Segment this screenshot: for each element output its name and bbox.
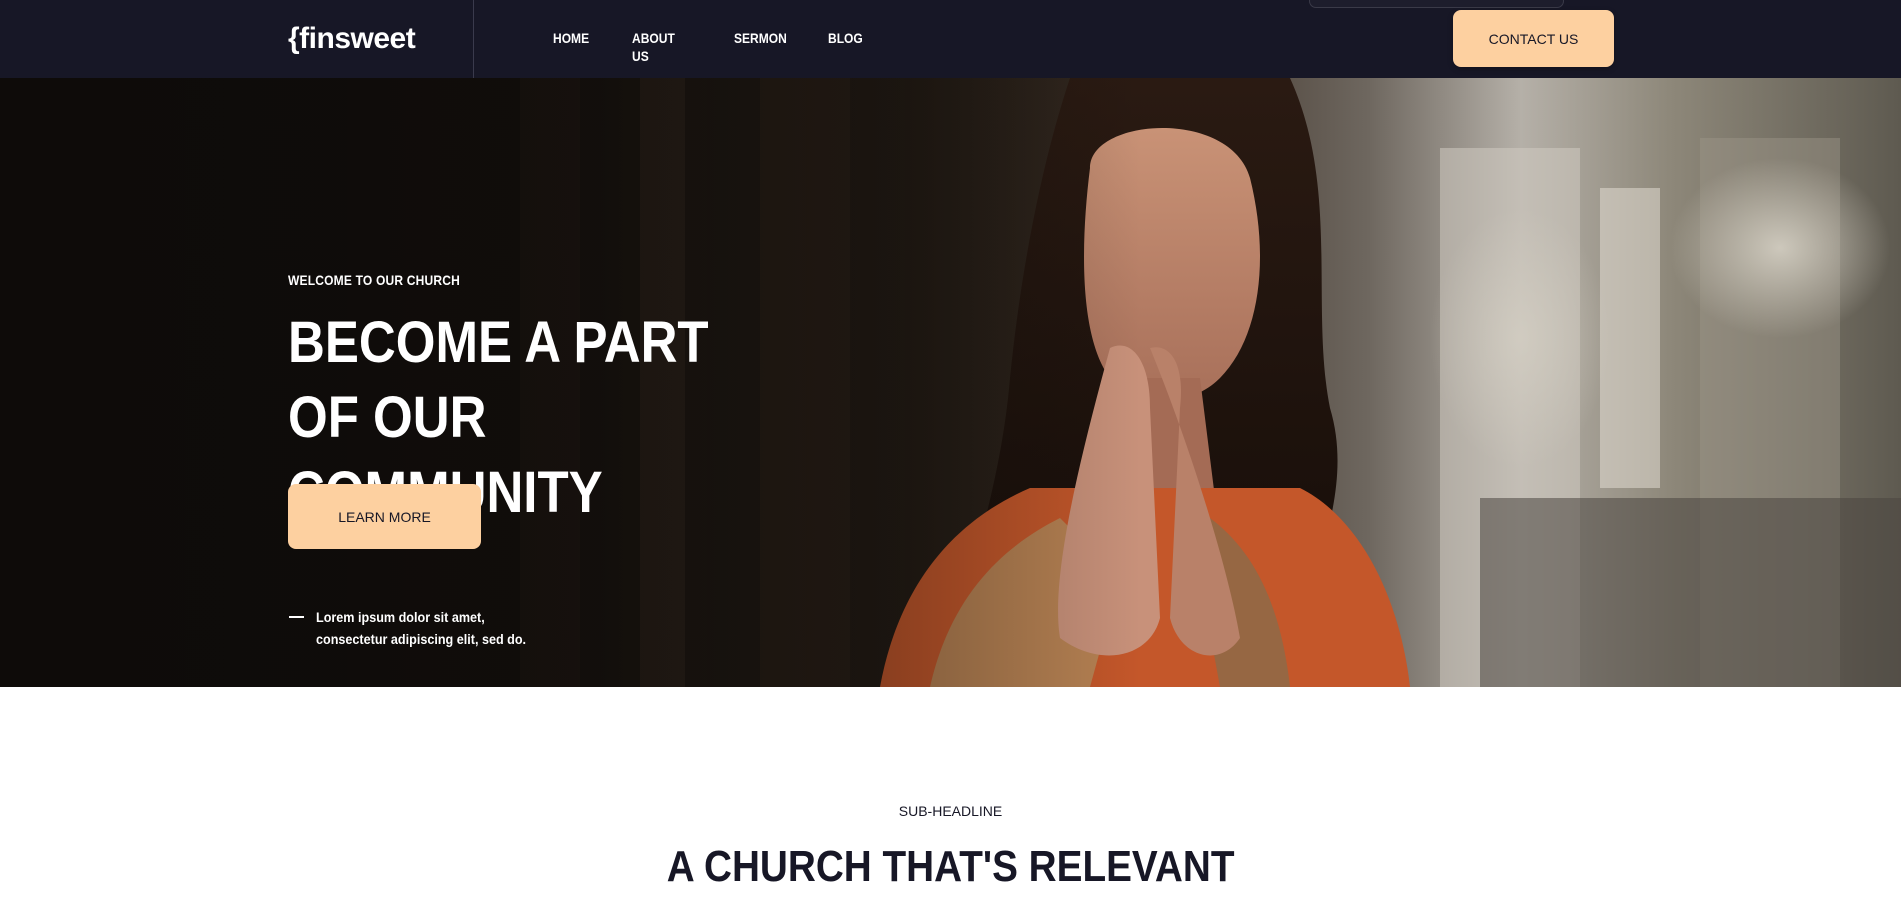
top-navbar: {finsweet HOME ABOUT US SERMON BLOG CONT… — [0, 0, 1901, 78]
section-title-text: A CHURCH THAT'S RELEVANT — [666, 842, 1235, 891]
woman-praying-image — [0, 78, 1901, 687]
nav-link-home[interactable]: HOME — [553, 29, 589, 47]
hero-kicker: WELCOME TO OUR CHURCH — [288, 272, 460, 288]
sub-headline: SUB-HEADLINE — [898, 803, 1003, 819]
nav-link-sermon[interactable]: SERMON — [734, 29, 787, 47]
hero-section: WELCOME TO OUR CHURCH BECOME A PART OF O… — [0, 78, 1901, 687]
finsweet-logo[interactable]: {finsweet — [288, 22, 416, 56]
hero-note: Lorem ipsum dolor sit amet, consectetur … — [316, 609, 527, 647]
nav-link-about-us[interactable]: ABOUT US — [632, 29, 675, 65]
nav-overlay-edge — [1309, 0, 1564, 8]
dash-icon — [289, 616, 304, 618]
section-title: A CHURCH THAT'S RELEVANT — [0, 837, 1901, 897]
contact-us-button[interactable]: CONTACT US — [1453, 10, 1614, 67]
nav-divider — [473, 0, 474, 78]
nav-link-blog[interactable]: BLOG — [828, 29, 863, 47]
learn-more-button[interactable]: LEARN MORE — [288, 484, 481, 549]
